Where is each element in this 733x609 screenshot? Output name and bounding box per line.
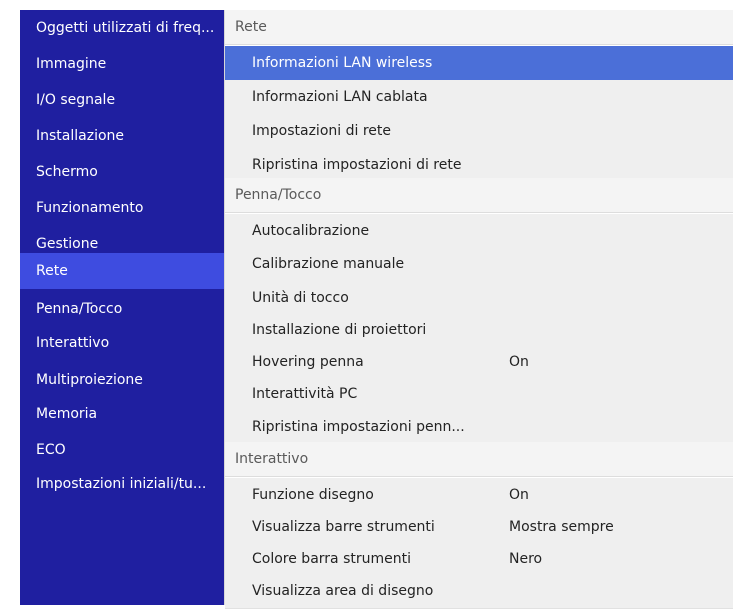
sidebar-item-io-segnale[interactable]: I/O segnale xyxy=(20,82,224,118)
menu-item-hovering-penna[interactable]: Hovering penna On xyxy=(225,345,733,380)
sidebar-menu: Oggetti utilizzati di freq... Immagine I… xyxy=(20,10,224,605)
menu-item-calibrazione-manuale[interactable]: Calibrazione manuale xyxy=(225,247,733,282)
menu-item-installazione-proiettori[interactable]: Installazione di proiettori xyxy=(225,313,733,348)
sidebar-item-rete[interactable]: Rete xyxy=(20,253,224,289)
menu-item-label: Calibrazione manuale xyxy=(252,256,405,272)
sidebar-item-multiproiezione[interactable]: Multiproiezione xyxy=(20,362,224,398)
menu-item-label: Autocalibrazione xyxy=(252,223,370,239)
menu-item-unita-di-tocco[interactable]: Unità di tocco xyxy=(225,281,733,316)
sidebar-item-memoria[interactable]: Memoria xyxy=(20,396,224,432)
sidebar-item-interattivo[interactable]: Interattivo xyxy=(20,325,224,361)
projector-menu: Oggetti utilizzati di freq... Immagine I… xyxy=(20,10,733,609)
menu-item-impostazioni-di-rete[interactable]: Impostazioni di rete xyxy=(225,114,733,149)
menu-item-label: Ripristina impostazioni di rete xyxy=(252,157,462,173)
menu-item-value: Mostra sempre xyxy=(509,519,614,535)
sidebar-item-immagine[interactable]: Immagine xyxy=(20,46,224,82)
menu-item-label: Visualizza area di disegno xyxy=(252,583,434,599)
menu-item-label: Unità di tocco xyxy=(252,290,349,306)
sidebar-item-oggetti-utilizzati[interactable]: Oggetti utilizzati di freq... xyxy=(20,10,224,46)
settings-panel: Rete Informazioni LAN wireless Informazi… xyxy=(224,10,733,609)
menu-item-funzione-disegno[interactable]: Funzione disegno On xyxy=(225,478,733,513)
menu-item-informazioni-lan-cablata[interactable]: Informazioni LAN cablata xyxy=(225,80,733,115)
menu-item-autocalibrazione[interactable]: Autocalibrazione xyxy=(225,214,733,249)
menu-item-visualizza-barre-strumenti[interactable]: Visualizza barre strumenti Mostra sempre xyxy=(225,510,733,545)
section-header-interattivo: Interattivo xyxy=(225,442,733,477)
sidebar-item-penna-tocco[interactable]: Penna/Tocco xyxy=(20,291,224,327)
sidebar-item-impostazioni-iniziali[interactable]: Impostazioni iniziali/tu... xyxy=(20,466,224,502)
menu-item-label: Informazioni LAN cablata xyxy=(252,89,428,105)
menu-item-label: Informazioni LAN wireless xyxy=(252,55,433,71)
menu-item-ripristina-impostazioni-penna[interactable]: Ripristina impostazioni penn... xyxy=(225,410,733,445)
menu-item-label: Funzione disegno xyxy=(252,487,374,503)
menu-item-value: On xyxy=(509,487,529,503)
menu-item-informazioni-lan-wireless[interactable]: Informazioni LAN wireless xyxy=(225,46,733,81)
menu-item-value: On xyxy=(509,354,529,370)
section-header-penna-tocco: Penna/Tocco xyxy=(225,178,733,213)
menu-item-label: Installazione di proiettori xyxy=(252,322,427,338)
sidebar-item-installazione[interactable]: Installazione xyxy=(20,118,224,154)
menu-item-label: Visualizza barre strumenti xyxy=(252,519,435,535)
sidebar-item-schermo[interactable]: Schermo xyxy=(20,154,224,190)
section-header-rete: Rete xyxy=(225,10,733,45)
menu-item-label: Impostazioni di rete xyxy=(252,123,391,139)
menu-item-value: Nero xyxy=(509,551,543,567)
menu-item-label: Colore barra strumenti xyxy=(252,551,411,567)
menu-item-label: Ripristina impostazioni penn... xyxy=(252,419,465,435)
menu-item-colore-barra-strumenti[interactable]: Colore barra strumenti Nero xyxy=(225,542,733,577)
menu-item-label: Interattività PC xyxy=(252,386,358,402)
menu-item-interattivita-pc[interactable]: Interattività PC xyxy=(225,377,733,412)
menu-item-label: Hovering penna xyxy=(252,354,364,370)
sidebar-item-eco[interactable]: ECO xyxy=(20,432,224,468)
menu-item-visualizza-area-disegno[interactable]: Visualizza area di disegno xyxy=(225,574,733,609)
sidebar-item-funzionamento[interactable]: Funzionamento xyxy=(20,190,224,226)
